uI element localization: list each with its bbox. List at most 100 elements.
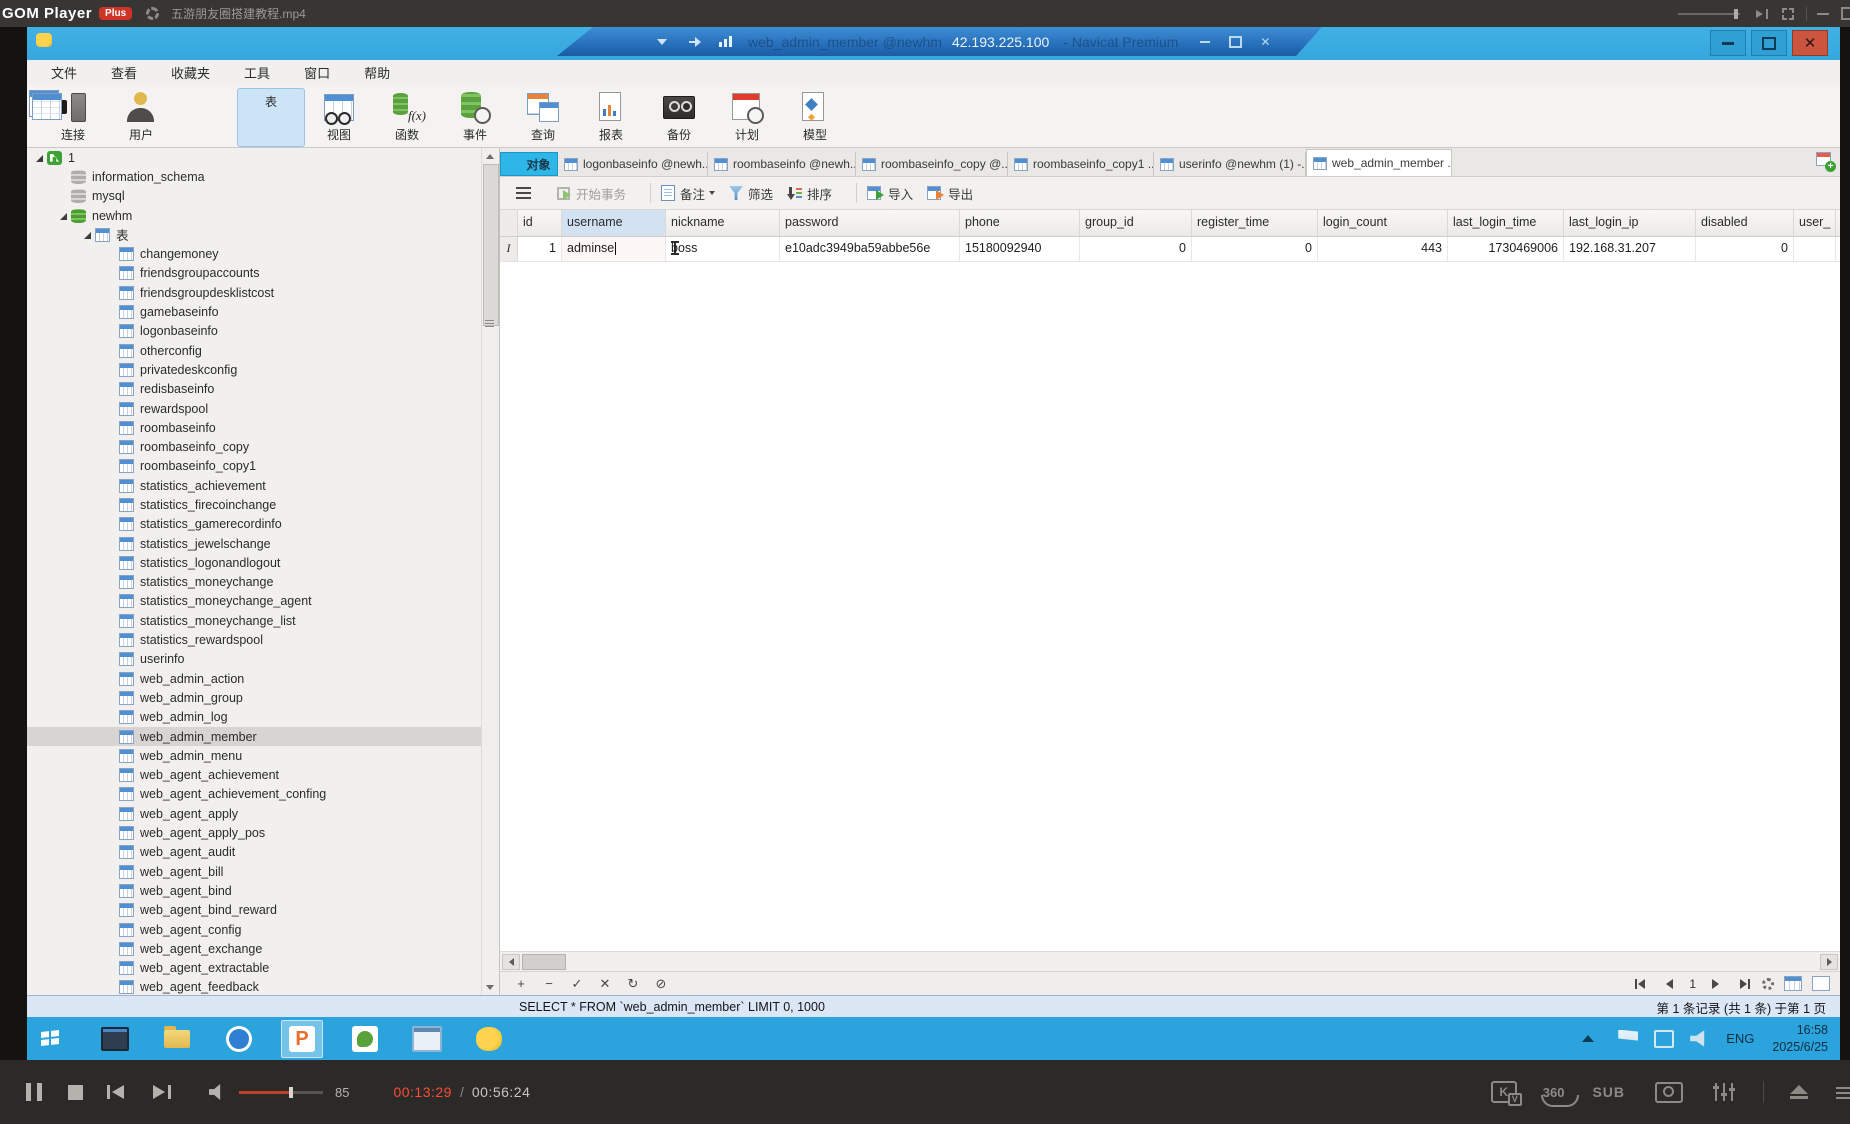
fullscreen-icon[interactable] xyxy=(1782,8,1794,20)
tree-item[interactable]: roombaseinfo_copy1 xyxy=(27,457,499,476)
tree-scrollbar[interactable] xyxy=(481,148,499,995)
tree-item[interactable]: statistics_gamerecordinfo xyxy=(27,515,499,534)
pin-icon[interactable] xyxy=(1756,10,1763,18)
import-button[interactable]: 导入 xyxy=(867,184,913,203)
scroll-left-icon[interactable] xyxy=(502,954,520,970)
tree-item[interactable]: web_admin_menu xyxy=(27,746,499,765)
grid-cell[interactable]: boss xyxy=(666,237,780,261)
taskbar-app-explorer[interactable] xyxy=(157,1021,197,1057)
menu-item[interactable]: 工具 xyxy=(234,63,280,82)
begin-transaction-button[interactable]: 开始事务 xyxy=(571,184,626,203)
tree-item[interactable]: statistics_moneychange xyxy=(27,573,499,592)
grid-menu-icon[interactable] xyxy=(516,187,531,199)
toolbar-button[interactable]: 模型 xyxy=(781,88,849,147)
tree-item[interactable]: roombaseinfo xyxy=(27,418,499,437)
tree-item[interactable]: logonbaseinfo xyxy=(27,322,499,341)
tree-item[interactable]: statistics_achievement xyxy=(27,476,499,495)
document-tab[interactable]: 对象 xyxy=(500,152,558,176)
column-header[interactable]: username xyxy=(562,210,666,236)
menu-item[interactable]: 查看 xyxy=(101,63,147,82)
tree-item[interactable]: userinfo xyxy=(27,650,499,669)
scroll-down-icon[interactable] xyxy=(484,981,496,993)
network-icon[interactable] xyxy=(1654,1030,1674,1048)
tree-item[interactable]: web_agent_exchange xyxy=(27,939,499,958)
document-tab[interactable]: web_admin_member ... xyxy=(1306,149,1452,176)
volume-slider[interactable] xyxy=(239,1091,323,1094)
refresh-icon[interactable]: ↻ xyxy=(626,976,640,992)
tree-item[interactable]: web_agent_achievement xyxy=(27,766,499,785)
grid-cell[interactable]: 1730469006 xyxy=(1448,237,1564,261)
connection-restore-button[interactable] xyxy=(1222,33,1248,51)
eject-icon[interactable] xyxy=(1790,1085,1808,1099)
screenshot-camera-icon[interactable] xyxy=(1655,1082,1683,1103)
last-record-icon[interactable] xyxy=(1734,977,1752,991)
grid-cell[interactable]: 0 xyxy=(1696,237,1794,261)
taskbar-app-green[interactable] xyxy=(345,1021,385,1057)
export-button[interactable]: 导出 xyxy=(927,184,973,203)
filter-button[interactable]: 筛选 xyxy=(729,184,773,203)
tree-item[interactable]: changemoney xyxy=(27,244,499,263)
apply-changes-icon[interactable]: ✓ xyxy=(570,976,584,992)
expand-arrow-icon[interactable] xyxy=(57,209,71,223)
toolbar-button[interactable]: 函数 xyxy=(373,88,441,147)
menu-item[interactable]: 收藏夹 xyxy=(161,63,220,82)
tree-item[interactable]: statistics_firecoinchange xyxy=(27,495,499,514)
next-track-button[interactable] xyxy=(151,1085,171,1099)
taskbar-app-browser[interactable] xyxy=(219,1021,259,1057)
tree-item[interactable]: friendsgroupaccounts xyxy=(27,264,499,283)
menu-item[interactable]: 窗口 xyxy=(294,63,340,82)
tree-item[interactable]: statistics_moneychange_list xyxy=(27,611,499,630)
expand-arrow-icon[interactable] xyxy=(33,151,47,165)
taskbar-app-window[interactable] xyxy=(407,1021,447,1057)
volume-muted-icon[interactable]: ✕ xyxy=(1690,1030,1710,1048)
document-tab[interactable]: roombaseinfo @newh... xyxy=(708,152,856,176)
document-tab[interactable]: userinfo @newhm (1) -... xyxy=(1154,152,1306,176)
tree-item[interactable]: web_agent_apply_pos xyxy=(27,823,499,842)
tree-item[interactable]: information_schema xyxy=(27,167,499,186)
document-tab[interactable]: roombaseinfo_copy @... xyxy=(856,152,1008,176)
tree-item[interactable]: web_agent_bind_reward xyxy=(27,901,499,920)
tree-item[interactable]: web_agent_bill xyxy=(27,862,499,881)
tree-item[interactable]: privatedeskconfig xyxy=(27,360,499,379)
toolbar-button[interactable]: 事件 xyxy=(441,88,509,147)
scroll-up-icon[interactable] xyxy=(484,150,496,162)
grid-cell[interactable]: 15180092940 xyxy=(960,237,1080,261)
tree-item[interactable]: redisbaseinfo xyxy=(27,380,499,399)
add-record-icon[interactable]: + xyxy=(514,976,528,991)
tree-item[interactable]: otherconfig xyxy=(27,341,499,360)
tree-item[interactable]: 表 xyxy=(27,225,499,244)
tree-item[interactable]: 1 xyxy=(27,148,499,167)
column-header[interactable]: register_time xyxy=(1192,210,1318,236)
tree-item[interactable]: statistics_rewardspool xyxy=(27,630,499,649)
titlebar-slider[interactable] xyxy=(1678,13,1740,15)
tree-item[interactable]: web_agent_feedback xyxy=(27,978,499,995)
scrollbar-grip[interactable] xyxy=(485,320,494,327)
column-header[interactable]: disabled xyxy=(1696,210,1794,236)
grid-cell[interactable]: adminse xyxy=(562,237,666,261)
tree-item[interactable]: web_admin_log xyxy=(27,708,499,727)
action-center-flag-icon[interactable]: ✕ xyxy=(1618,1030,1638,1048)
toolbar-button[interactable]: 计划 xyxy=(713,88,781,147)
connection-close-button[interactable]: ✕ xyxy=(1252,33,1278,51)
tray-expand-icon[interactable] xyxy=(1582,1035,1594,1042)
equalizer-icon[interactable] xyxy=(1713,1083,1735,1101)
view-360-button[interactable]: 360 xyxy=(1543,1085,1565,1100)
previous-record-icon[interactable] xyxy=(1661,977,1679,991)
column-header[interactable]: last_login_ip xyxy=(1564,210,1696,236)
toolbar-button[interactable]: 查询 xyxy=(509,88,577,147)
toolbar-button[interactable]: 视图 xyxy=(305,88,373,147)
menu-item[interactable]: 文件 xyxy=(41,63,87,82)
taskbar-app-active-p[interactable]: P xyxy=(281,1020,323,1058)
taskbar-clock[interactable]: 16:58 2025/6/25 xyxy=(1772,1022,1828,1056)
subtitles-button[interactable]: SUB xyxy=(1592,1084,1625,1100)
column-header[interactable]: user_ xyxy=(1794,210,1836,236)
connection-dropdown-icon[interactable] xyxy=(657,39,667,45)
toolbar-button[interactable]: 报表 xyxy=(577,88,645,147)
horizontal-scrollbar[interactable] xyxy=(500,951,1840,971)
speaker-icon[interactable] xyxy=(209,1084,227,1100)
language-indicator[interactable]: ENG xyxy=(1726,1031,1754,1046)
toolbar-button[interactable]: 表 xyxy=(237,88,305,147)
caption-language-button[interactable]: KV xyxy=(1491,1081,1517,1103)
grid-cell[interactable]: e10adc3949ba59abbe56e xyxy=(780,237,960,261)
scroll-right-icon[interactable] xyxy=(1820,954,1838,970)
